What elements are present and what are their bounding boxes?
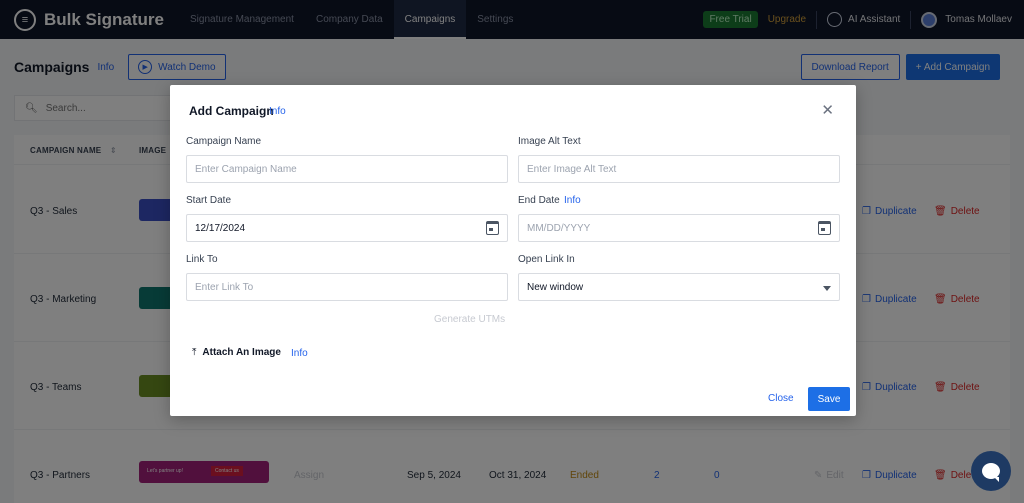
image-alt-text-field [518,155,840,183]
close-button[interactable]: Close [768,393,794,404]
close-icon[interactable]: ✕ [821,103,834,118]
campaign-name-field [186,155,508,183]
campaign-name-label: Campaign Name [186,136,262,147]
modal-title: Add Campaign [189,104,274,118]
attach-info-link[interactable]: Info [291,348,308,359]
open-link-in-value: New window [527,281,584,293]
open-link-in-label: Open Link In [518,254,575,265]
link-to-input[interactable] [195,281,499,293]
end-date-info-link[interactable]: Info [564,195,581,206]
attach-image-label: Attach An Image [202,347,281,358]
calendar-icon[interactable] [486,221,499,235]
upload-icon: ⤒ [192,347,197,358]
add-campaign-modal: Add Campaign Info ✕ Campaign Name Image … [170,85,856,416]
calendar-icon[interactable] [818,221,831,235]
start-date-label: Start Date [186,195,232,206]
start-date-field [186,214,508,242]
end-date-input[interactable] [527,222,831,234]
end-date-label: End Date [518,195,560,206]
end-date-field [518,214,840,242]
chat-bubble-icon [982,463,1000,482]
link-to-field [186,273,508,301]
modal-info-link[interactable]: Info [269,106,286,117]
chevron-down-icon [823,286,831,291]
image-alt-text-input[interactable] [527,163,831,175]
chat-button[interactable] [971,451,1011,491]
attach-image-button[interactable]: ⤒ Attach An Image [192,347,281,358]
link-to-label: Link To [186,254,218,265]
image-alt-text-label: Image Alt Text [518,136,581,147]
save-button[interactable]: Save [808,387,850,411]
campaign-name-input[interactable] [195,163,499,175]
generate-utms-button[interactable]: Generate UTMs [434,314,505,325]
start-date-input[interactable] [195,222,499,234]
open-link-in-select[interactable]: New window [518,273,840,301]
